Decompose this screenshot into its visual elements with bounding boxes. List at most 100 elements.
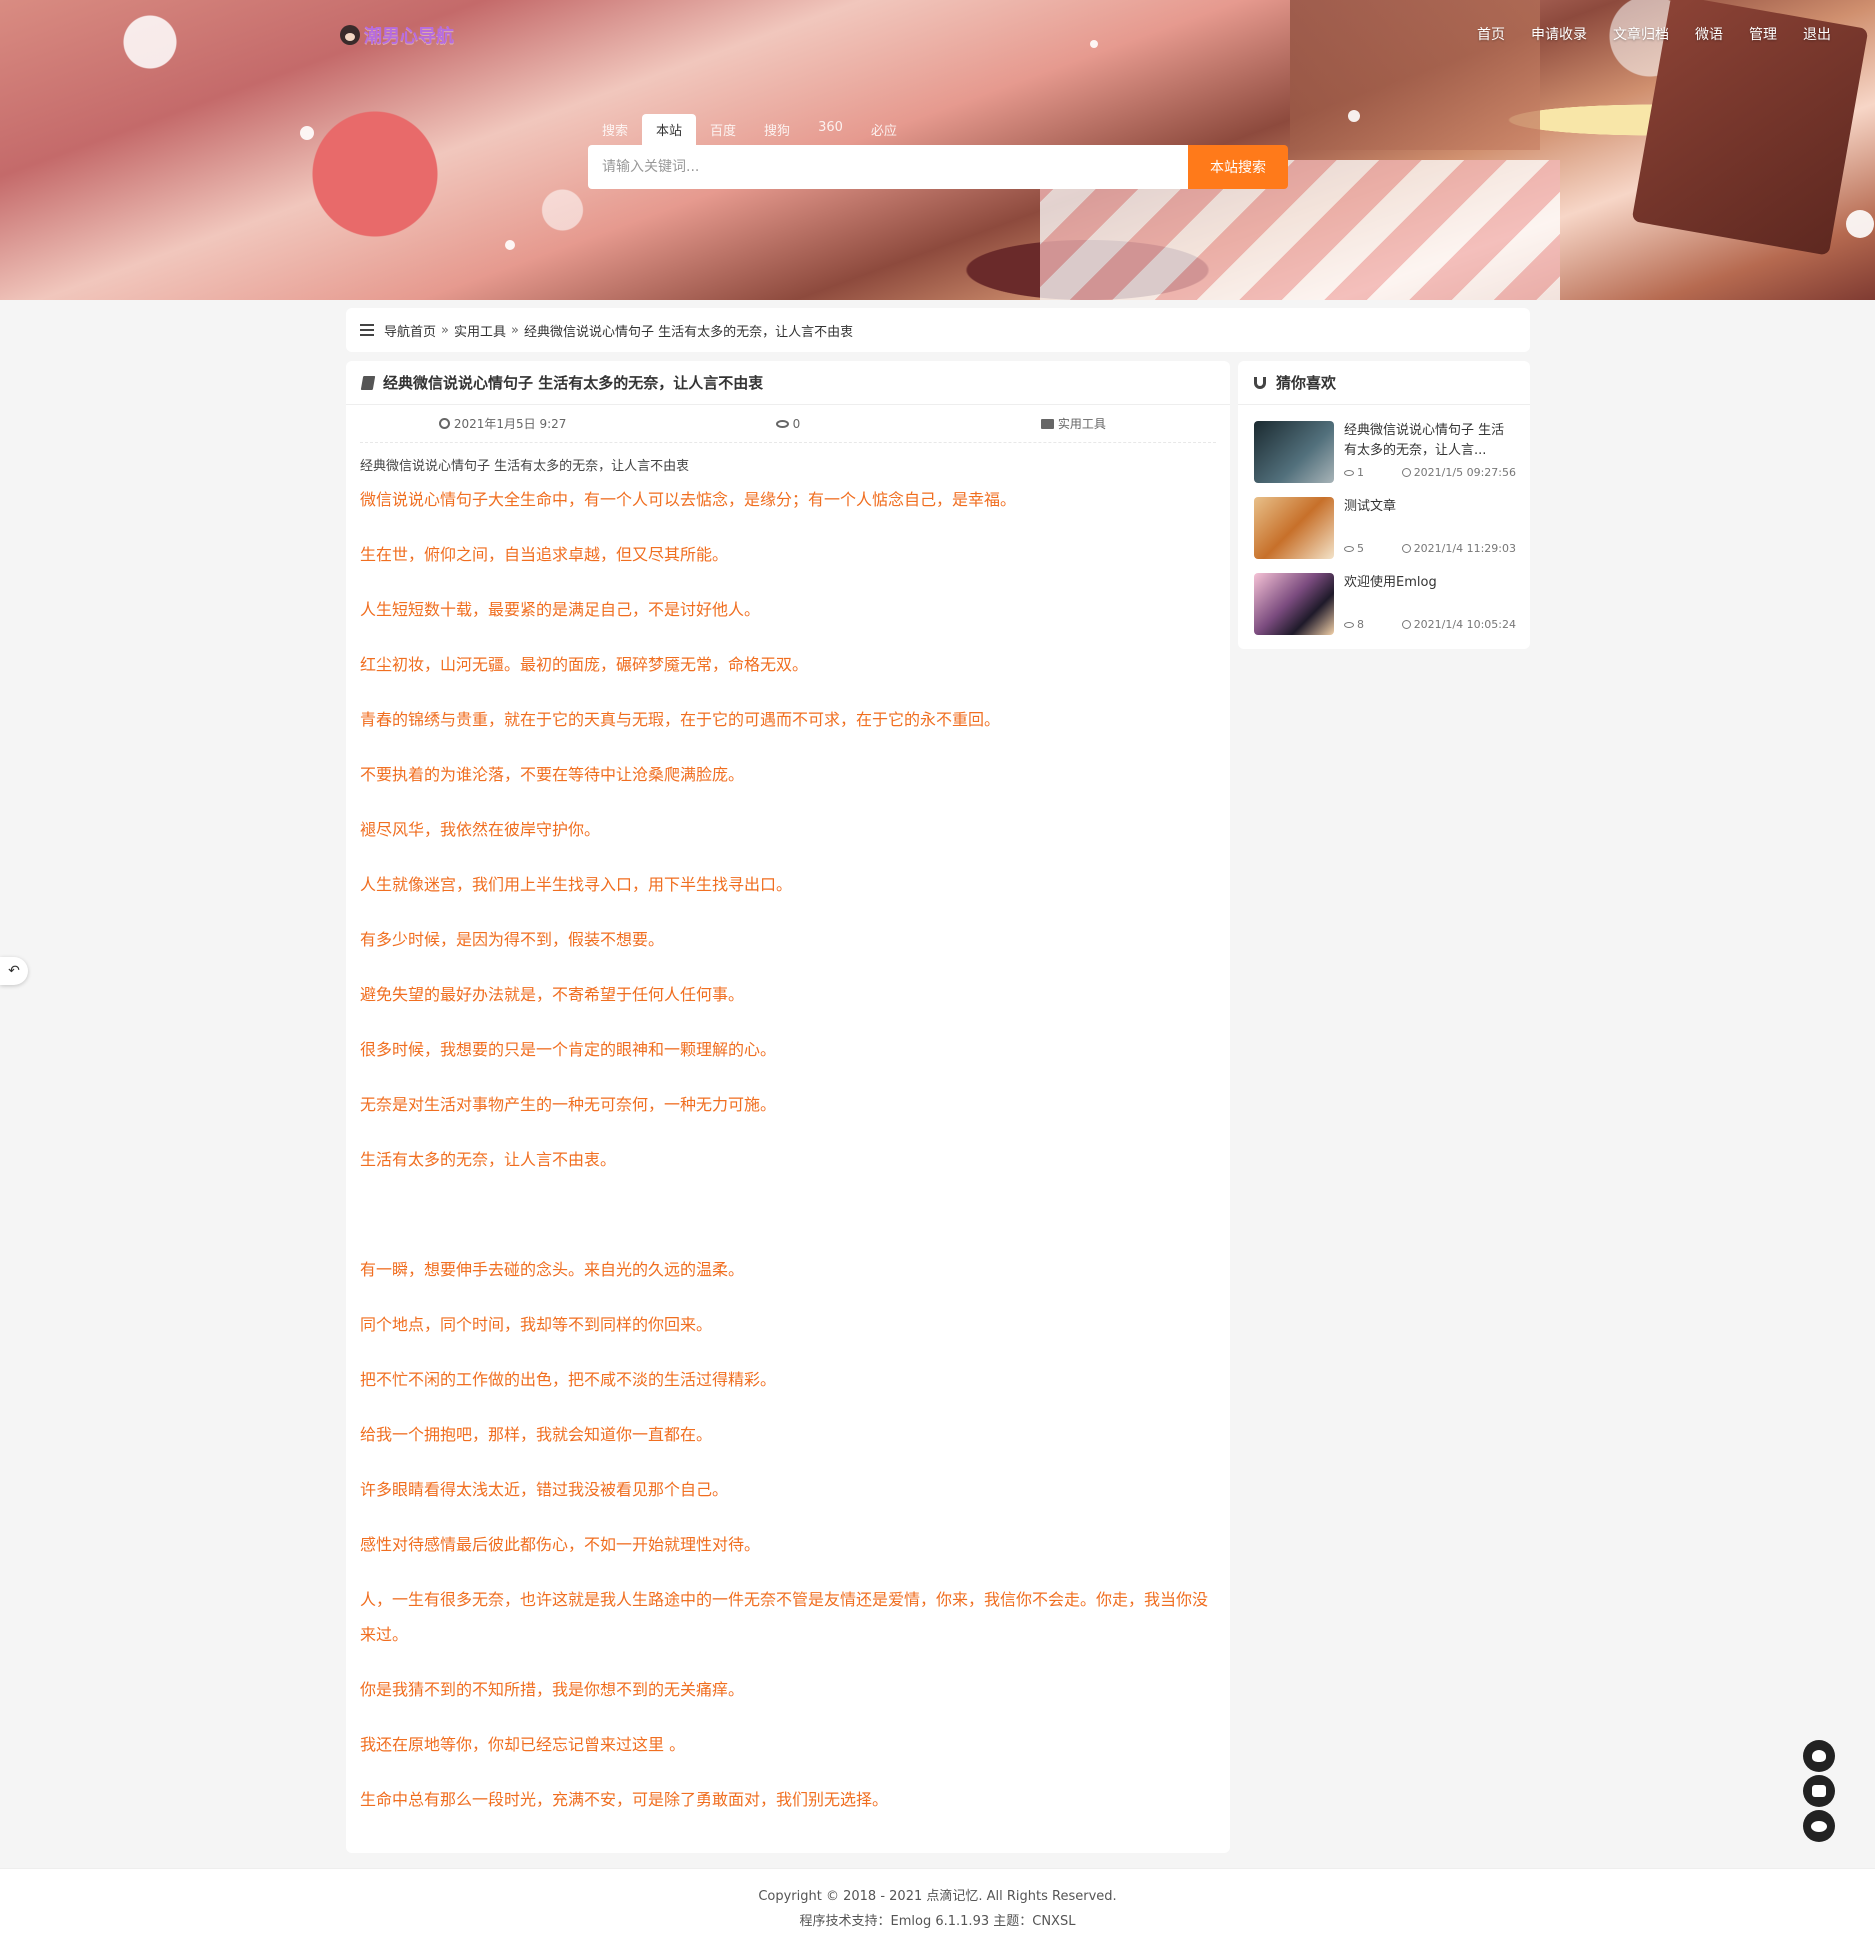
content-paragraph: 人生就像迷宫，我们用上半生找寻入口，用下半生找寻出口。 [360, 875, 793, 894]
recommend-item-title[interactable]: 欢迎使用Emlog [1344, 573, 1516, 593]
site-footer: Copyright © 2018 - 2021 点滴记忆. All Rights… [0, 1868, 1875, 1943]
breadcrumb-category[interactable]: 实用工具 [454, 321, 506, 340]
breadcrumb-current: 经典微信说说心情句子 生活有太多的无奈，让人言不由衷 [523, 324, 854, 340]
content-paragraph: 许多眼睛看得太浅太近，错过我没被看见那个自己。 [360, 1480, 729, 1499]
recommend-item[interactable]: 欢迎使用Emlog 8 2021/1/4 10:05:24 [1254, 573, 1520, 635]
content-paragraph: 微信说说心情句子大全生命中，有一个人可以去惦念，是缘分；有一个人惦念自己，是幸福… [360, 490, 1017, 509]
clock-icon [438, 418, 450, 429]
recommend-item-stats: 1 2021/1/5 09:27:56 [1344, 466, 1516, 479]
recommend-item-stats: 8 2021/1/4 10:05:24 [1344, 618, 1516, 631]
recommend-item[interactable]: 测试文章 5 2021/1/4 11:29:03 [1254, 497, 1520, 559]
eye-icon [1344, 469, 1354, 476]
recommend-item-title[interactable]: 经典微信说说心情句子 生活有太多的无奈，让人言... [1344, 421, 1516, 461]
recommend-thumbnail[interactable] [1254, 497, 1334, 559]
article-content: 微信说说心情句子大全生命中，有一个人可以去惦念，是缘分；有一个人惦念自己，是幸福… [346, 482, 1230, 1817]
recommend-item-views: 8 [1357, 618, 1364, 631]
article-meta: 2021年1月5日 9:27 0 实用工具 [360, 405, 1216, 443]
content-paragraph: 同个地点，同个时间，我却等不到同样的你回来。 [360, 1315, 713, 1334]
breadcrumb-separator: » [441, 322, 449, 338]
footer-powered-by: 程序技术支持：Emlog 6.1.1.93 主题：CNXSL [799, 1914, 1076, 1929]
nav-logout[interactable]: 退出 [1803, 24, 1831, 44]
content-paragraph: 避免失望的最好办法就是，不寄希望于任何人任何事。 [360, 985, 745, 1004]
nav-admin[interactable]: 管理 [1749, 24, 1777, 44]
hero-banner: 潮男心导航 首页 申请收录 文章归档 微语 管理 退出 搜索 本站 百度 搜狗 … [0, 0, 1875, 300]
content-paragraph: 不要执着的为谁沦落，不要在等待中让沧桑爬满脸庞。 [360, 765, 745, 784]
content-paragraph: 无奈是对生活对事物产生的一种无可奈何，一种无力可施。 [360, 1095, 777, 1114]
search-tab-baidu[interactable]: 百度 [696, 114, 750, 145]
menu-icon [360, 324, 374, 336]
top-navigation: 首页 申请收录 文章归档 微语 管理 退出 [1477, 24, 1831, 44]
recommend-thumbnail[interactable] [1254, 573, 1334, 635]
hero-dot [300, 126, 314, 140]
content-paragraph: 有一瞬，想要伸手去碰的念头。来自光的久远的温柔。 [360, 1260, 745, 1279]
wechat-icon[interactable] [1803, 1810, 1835, 1842]
article-category[interactable]: 实用工具 [931, 415, 1216, 432]
recommend-item-title[interactable]: 测试文章 [1344, 497, 1516, 517]
search-tab-bing[interactable]: 必应 [857, 114, 911, 145]
content-paragraph: 青春的锦绣与贵重，就在于它的天真与无瑕，在于它的可遇而不可求，在于它的永不重回。 [360, 710, 1001, 729]
book-icon [360, 375, 376, 390]
breadcrumb-separator: » [511, 322, 519, 338]
content-paragraph: 生在世，俯仰之间，自当追求卓越，但又尽其所能。 [360, 545, 729, 564]
recommend-panel: 猜你喜欢 经典微信说说心情句子 生活有太多的无奈，让人言... 1 2021/1… [1238, 361, 1530, 649]
search-tab-360[interactable]: 360 [804, 114, 857, 145]
magnet-icon [1254, 376, 1266, 389]
content-paragraph: 人生短短数十载，最要紧的是满足自己，不是讨好他人。 [360, 600, 761, 619]
clock-icon [1401, 468, 1411, 477]
breadcrumb-home[interactable]: 导航首页 [384, 321, 436, 340]
article-category-text[interactable]: 实用工具 [1058, 415, 1106, 432]
search-input[interactable] [588, 145, 1188, 189]
qq-icon[interactable] [1803, 1740, 1835, 1772]
logo-avatar-icon [340, 25, 360, 45]
recommend-title: 猜你喜欢 [1276, 374, 1337, 392]
article-date: 2021年1月5日 9:27 [360, 415, 645, 432]
recommend-header: 猜你喜欢 [1238, 361, 1530, 405]
footer-copyright: Copyright © 2018 - 2021 点滴记忆. All Rights… [758, 1889, 1117, 1904]
nav-apply[interactable]: 申请收录 [1531, 24, 1587, 44]
content-paragraph: 我还在原地等你，你却已经忘记曾来过这里 。 [360, 1735, 686, 1754]
folder-icon [1040, 418, 1054, 429]
search-bar: 本站搜索 [588, 145, 1288, 189]
site-logo[interactable]: 潮男心导航 [340, 22, 454, 48]
mail-icon[interactable] [1803, 1775, 1835, 1807]
site-logo-text: 潮男心导航 [364, 26, 454, 47]
article-header: 经典微信说说心情句子 生活有太多的无奈，让人言不由衷 [346, 361, 1230, 405]
content-paragraph: 给我一个拥抱吧，那样，我就会知道你一直都在。 [360, 1425, 713, 1444]
recommend-item-time: 2021/1/4 11:29:03 [1413, 542, 1516, 555]
hero-dot [1846, 210, 1874, 238]
search-button[interactable]: 本站搜索 [1188, 145, 1288, 189]
hero-dot [1348, 110, 1360, 122]
content-paragraph: 褪尽风华，我依然在彼岸守护你。 [360, 820, 601, 839]
eye-icon [1344, 545, 1354, 552]
search-tab-label: 搜索 [602, 124, 629, 139]
nav-home[interactable]: 首页 [1477, 24, 1505, 44]
eye-icon [1344, 621, 1354, 628]
content-paragraph: 生活有太多的无奈，让人言不由衷。 [360, 1150, 617, 1169]
breadcrumb: 导航首页 » 实用工具 » 经典微信说说心情句子 生活有太多的无奈，让人言不由衷 [346, 308, 1530, 352]
article-date-text: 2021年1月5日 9:27 [453, 417, 567, 431]
content-paragraph: 把不忙不闲的工作做的出色，把不咸不淡的生活过得精彩。 [360, 1370, 777, 1389]
back-arrow-icon[interactable]: ↶ [0, 957, 28, 985]
search-tab-sogou[interactable]: 搜狗 [750, 114, 804, 145]
recommend-thumbnail[interactable] [1254, 421, 1334, 483]
clock-icon [1401, 620, 1411, 629]
hero-dot [505, 240, 515, 250]
hero-dot [1090, 40, 1098, 48]
clock-icon [1401, 544, 1411, 553]
article-views-count: 0 [792, 416, 801, 431]
nav-archive[interactable]: 文章归档 [1613, 24, 1669, 44]
article-views: 0 [645, 417, 930, 431]
nav-micro-post[interactable]: 微语 [1695, 24, 1723, 44]
recommend-item-time: 2021/1/4 10:05:24 [1413, 618, 1516, 631]
recommend-item-stats: 5 2021/1/4 11:29:03 [1344, 542, 1516, 555]
content-paragraph: 感性对待感情最后彼此都伤心，不如一开始就理性对待。 [360, 1535, 761, 1554]
content-paragraph: 人，一生有很多无奈，也许这就是我人生路途中的一件无奈不管是友情还是爱情，你来，我… [360, 1590, 1209, 1644]
article-summary: 经典微信说说心情句子 生活有太多的无奈，让人言不由衷 [360, 459, 690, 474]
content-blank-line [360, 1197, 1216, 1232]
recommend-item[interactable]: 经典微信说说心情句子 生活有太多的无奈，让人言... 1 2021/1/5 09… [1254, 421, 1520, 483]
article-panel: 经典微信说说心情句子 生活有太多的无奈，让人言不由衷 2021年1月5日 9:2… [346, 361, 1230, 1853]
search-engine-tabs: 搜索 本站 百度 搜狗 360 必应 [588, 114, 911, 145]
content-paragraph: 红尘初妆，山河无疆。最初的面庞，碾碎梦魇无常，命格无双。 [360, 655, 809, 674]
search-tab-site[interactable]: 本站 [642, 114, 697, 145]
content-paragraph: 很多时候，我想要的只是一个肯定的眼神和一颗理解的心。 [360, 1040, 777, 1059]
